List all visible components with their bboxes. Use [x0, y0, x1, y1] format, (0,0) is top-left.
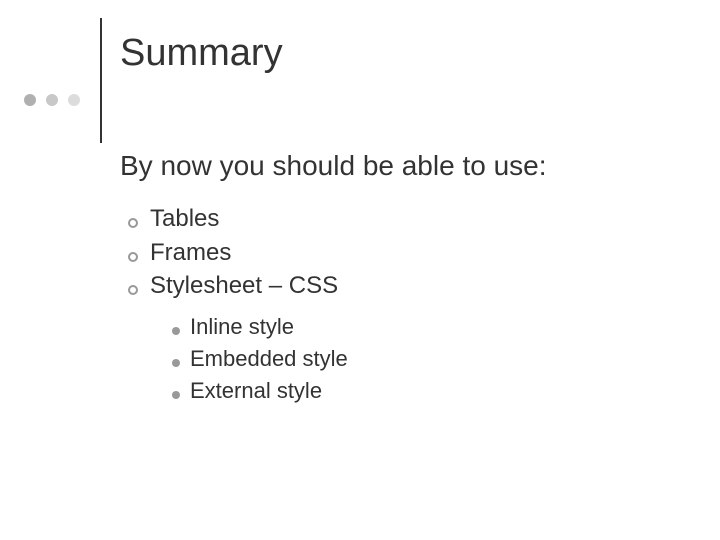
list-item: Stylesheet – CSS	[128, 269, 680, 303]
decoration-dot-1	[24, 94, 36, 106]
list-item: External style	[172, 375, 680, 407]
list-item-label: External style	[190, 375, 322, 407]
ring-bullet-icon	[128, 252, 138, 262]
list-item-label: Tables	[150, 202, 219, 236]
bullet-list-level-2: Inline style Embedded style External sty…	[172, 311, 680, 407]
bullet-list-level-1: Tables Frames Stylesheet – CSS	[128, 202, 680, 303]
slide-title: Summary	[120, 32, 283, 75]
list-item-label: Frames	[150, 236, 231, 270]
list-item: Frames	[128, 236, 680, 270]
decoration-vertical-line	[100, 18, 102, 143]
intro-text: By now you should be able to use:	[120, 150, 680, 182]
list-item-label: Stylesheet – CSS	[150, 269, 338, 303]
solid-bullet-icon	[172, 327, 180, 335]
slide-content: By now you should be able to use: Tables…	[120, 150, 680, 406]
ring-bullet-icon	[128, 285, 138, 295]
solid-bullet-icon	[172, 359, 180, 367]
solid-bullet-icon	[172, 391, 180, 399]
list-item: Tables	[128, 202, 680, 236]
decoration-dot-2	[46, 94, 58, 106]
slide-decoration	[24, 56, 102, 143]
list-item-label: Inline style	[190, 311, 294, 343]
slide: Summary By now you should be able to use…	[0, 0, 720, 540]
list-item: Inline style	[172, 311, 680, 343]
ring-bullet-icon	[128, 218, 138, 228]
decoration-dot-3	[68, 94, 80, 106]
list-item-label: Embedded style	[190, 343, 348, 375]
list-item: Embedded style	[172, 343, 680, 375]
